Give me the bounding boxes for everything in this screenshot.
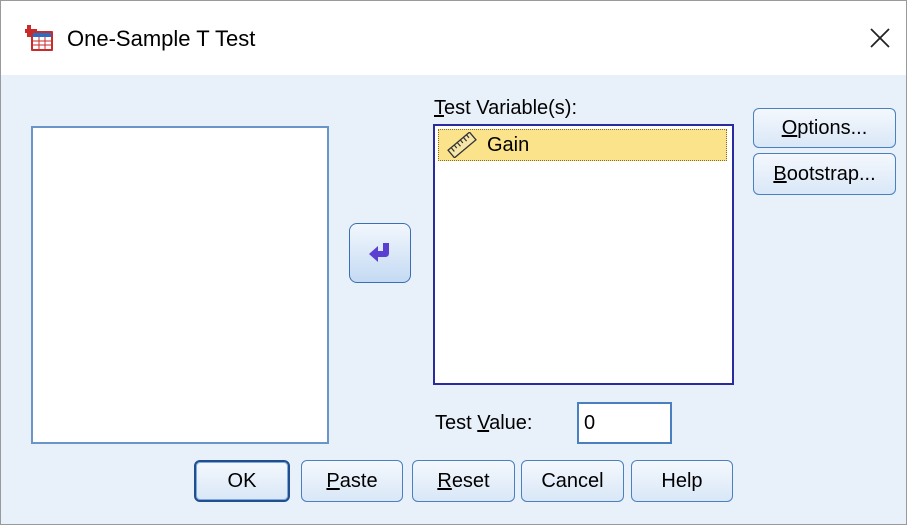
source-variable-list[interactable] [31, 126, 329, 444]
one-sample-t-test-dialog: One-Sample T Test Test Variable(s): Gain… [0, 0, 907, 525]
dialog-title: One-Sample T Test [67, 26, 256, 51]
scale-ruler-icon [447, 132, 477, 158]
test-variables-label: Test Variable(s): [434, 97, 578, 119]
title-bar: One-Sample T Test [1, 1, 906, 75]
test-value-input[interactable]: 0 [577, 402, 672, 444]
test-variables-list[interactable]: Gain [433, 124, 734, 385]
dialog-body: Test Variable(s): Gain O ptions... B oot… [1, 75, 906, 524]
spss-table-icon [25, 25, 53, 51]
close-icon [870, 28, 890, 48]
close-button[interactable] [857, 15, 903, 61]
variable-name: Gain [487, 134, 530, 156]
list-item[interactable]: Gain [438, 129, 727, 161]
arrow-left-return-icon [369, 243, 389, 262]
reset-button[interactable]: Reset [412, 460, 515, 502]
cancel-button[interactable]: Cancel [521, 460, 624, 502]
options-button[interactable]: Options... [753, 108, 896, 148]
help-button[interactable]: Help [631, 460, 733, 502]
bootstrap-button[interactable]: Bootstrap... [753, 153, 896, 195]
paste-button[interactable]: Paste [301, 460, 403, 502]
move-variable-button[interactable] [349, 223, 411, 283]
ok-button[interactable]: OK [194, 460, 290, 502]
test-value-label: Test Value: [435, 412, 533, 434]
